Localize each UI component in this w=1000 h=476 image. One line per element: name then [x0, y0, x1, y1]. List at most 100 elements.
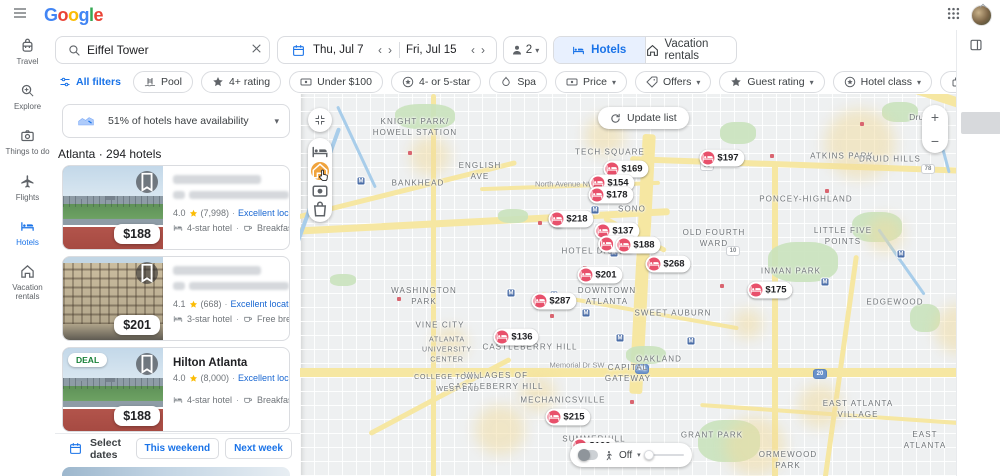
pin-bed-icon: [550, 213, 563, 226]
logo-letter: G: [44, 5, 58, 25]
filter-chip-label: 4- or 5-star: [419, 76, 470, 88]
chevron-down-icon: ▾: [535, 46, 539, 55]
sidebar-item-flights[interactable]: Flights: [1, 174, 55, 202]
check-in-date[interactable]: Thu, Jul 7: [311, 44, 366, 56]
bed-icon: [20, 219, 35, 234]
sidebar-item-things-to-do[interactable]: Things to do: [1, 128, 55, 156]
hotel-card[interactable]: $2014.1(668)·Excellent location·3-star h…: [62, 256, 290, 341]
hotels-layer-button[interactable]: [311, 143, 329, 161]
hotel-price-pin[interactable]: $268: [645, 256, 690, 273]
hotel-price-pin[interactable]: $201: [577, 267, 622, 284]
sidebar-item-hotels[interactable]: Hotels: [1, 219, 55, 247]
attractions-layer-button[interactable]: [311, 181, 329, 199]
check-in-next-button[interactable]: ›: [385, 44, 395, 56]
hotel-photo: $188: [63, 166, 163, 249]
update-list-button[interactable]: Update list: [598, 107, 689, 129]
redacted-seg: [189, 191, 289, 199]
check-in-cell[interactable]: Thu, Jul 7 ‹ ›: [311, 44, 395, 56]
map-road-label: Memorial Dr SW: [549, 361, 604, 370]
header: Google: [0, 0, 1000, 30]
zoom-out-button[interactable]: −: [922, 129, 948, 153]
chevron-up-icon[interactable]: [978, 1, 988, 11]
filter-chip-under-100[interactable]: Under $100: [289, 71, 383, 93]
filter-chip-star-4-5[interactable]: 4- or 5-star: [391, 71, 481, 93]
partial-hotel-card[interactable]: [62, 467, 290, 476]
price-toggle-switch[interactable]: [578, 450, 598, 460]
hotel-price-pin[interactable]: $136: [493, 329, 538, 346]
check-out-cell[interactable]: Fri, Jul 15 ‹ ›: [404, 44, 488, 56]
vacation-rentals-layer-button[interactable]: [311, 162, 329, 180]
filter-chip-rating-4plus[interactable]: 4+ rating: [201, 71, 281, 93]
cup-icon: [243, 314, 253, 324]
map-area-label: DOWNTOWN ATLANTA: [578, 285, 636, 307]
filter-chip-label: Offers: [663, 76, 691, 88]
hotel-card-info: 4.0(7,998)·Excellent location·4-star hot…: [163, 166, 290, 249]
main-menu-button[interactable]: [12, 5, 28, 26]
google-logo[interactable]: Google: [44, 5, 103, 26]
transit-station-icon: M: [357, 177, 366, 186]
bookmark-button[interactable]: [136, 262, 158, 284]
bookmark-button[interactable]: [136, 353, 158, 375]
filter-chip-amenities[interactable]: Amenities▾: [940, 71, 956, 93]
attraction-icon: [20, 128, 35, 143]
filter-chip-pool[interactable]: Pool: [133, 71, 193, 93]
filter-chip-spa[interactable]: Spa: [489, 71, 547, 93]
map-area-label: ATLANTA UNIVERSITY CENTER: [422, 335, 472, 364]
hotel-price-pin[interactable]: $197: [699, 150, 744, 167]
clear-search-button[interactable]: [242, 42, 273, 58]
hotel-card[interactable]: $1884.0(7,998)·Excellent location·4-star…: [62, 165, 290, 250]
hotel-price-pin[interactable]: $188: [615, 237, 660, 254]
check-in-prev-button[interactable]: ‹: [375, 44, 385, 56]
logo-letter: e: [94, 5, 104, 25]
hotel-price-pin[interactable]: $215: [545, 409, 590, 426]
history-slider[interactable]: [646, 454, 684, 456]
filter-chip-guest-rating[interactable]: Guest rating▾: [719, 71, 824, 93]
bookmark-button[interactable]: [136, 171, 158, 193]
sidebar-item-explore[interactable]: Explore: [1, 83, 55, 111]
shopping-layer-button[interactable]: [311, 200, 329, 218]
hotel-price-pin[interactable]: $287: [531, 293, 576, 310]
this-weekend-button[interactable]: This weekend: [136, 438, 220, 459]
slider-knob[interactable]: [644, 450, 654, 460]
hotel-price-pin[interactable]: $178: [588, 187, 633, 204]
occupancy-selector[interactable]: 2 ▾: [503, 36, 547, 64]
pin-price: $268: [663, 259, 684, 270]
collapse-map-button[interactable]: [308, 108, 332, 132]
filter-chip-offers[interactable]: Offers▾: [635, 71, 711, 93]
sidebar-item-travel[interactable]: Travel: [1, 38, 55, 66]
hotel-price-pin[interactable]: $175: [747, 282, 792, 299]
search-icon: [68, 44, 81, 57]
chevron-down-icon: ▾: [810, 78, 814, 87]
side-panel-button[interactable]: [969, 38, 983, 55]
tab-vacation-rentals[interactable]: Vacation rentals: [646, 37, 737, 63]
star-icon: [212, 76, 224, 88]
map[interactable]: KNIGHT PARK/ HOWELL STATIONBANKHEADENGLI…: [300, 94, 956, 476]
hotel-card[interactable]: DEAL$188Hilton Atlanta4.0(8,000)·Excelle…: [62, 347, 290, 432]
dot-separator: ·: [236, 395, 239, 405]
filter-chip-price[interactable]: Price▾: [555, 71, 627, 93]
poi-dot: [720, 284, 724, 288]
sidebar-item-vacation-rentals[interactable]: Vacation rentals: [1, 264, 55, 301]
filter-chip-all-filters[interactable]: All filters: [55, 71, 125, 93]
zoom-in-button[interactable]: +: [922, 105, 948, 129]
check-out-prev-button[interactable]: ‹: [468, 44, 478, 56]
pin-price: $175: [765, 285, 786, 296]
search-input[interactable]: [87, 43, 242, 57]
calendar-icon: [69, 442, 82, 455]
filter-chip-hotel-class[interactable]: Hotel class▾: [833, 71, 932, 93]
check-out-next-button[interactable]: ›: [478, 44, 488, 56]
next-week-button[interactable]: Next week: [225, 438, 292, 459]
hotel-price-pin[interactable]: $218: [548, 211, 593, 228]
availability-banner[interactable]: 51% of hotels have availability ▾: [62, 104, 290, 138]
tab-hotels[interactable]: Hotels: [554, 37, 646, 63]
dot-separator: ·: [232, 208, 235, 218]
map-area-label: OLD FOURTH WARD: [683, 227, 746, 249]
check-out-date[interactable]: Fri, Jul 15: [404, 44, 459, 56]
map-area-label: GRANT PARK: [681, 429, 743, 440]
google-apps-button[interactable]: [946, 6, 961, 25]
update-list-label: Update list: [627, 112, 677, 124]
filter-chip-label: Under $100: [317, 76, 372, 88]
filter-chip-row: All filters Pool 4+ rating Under $100 4- or …: [55, 70, 956, 94]
tab-vacation-rentals-label: Vacation rentals: [665, 38, 737, 62]
map-area-label: INMAN PARK: [761, 265, 821, 276]
